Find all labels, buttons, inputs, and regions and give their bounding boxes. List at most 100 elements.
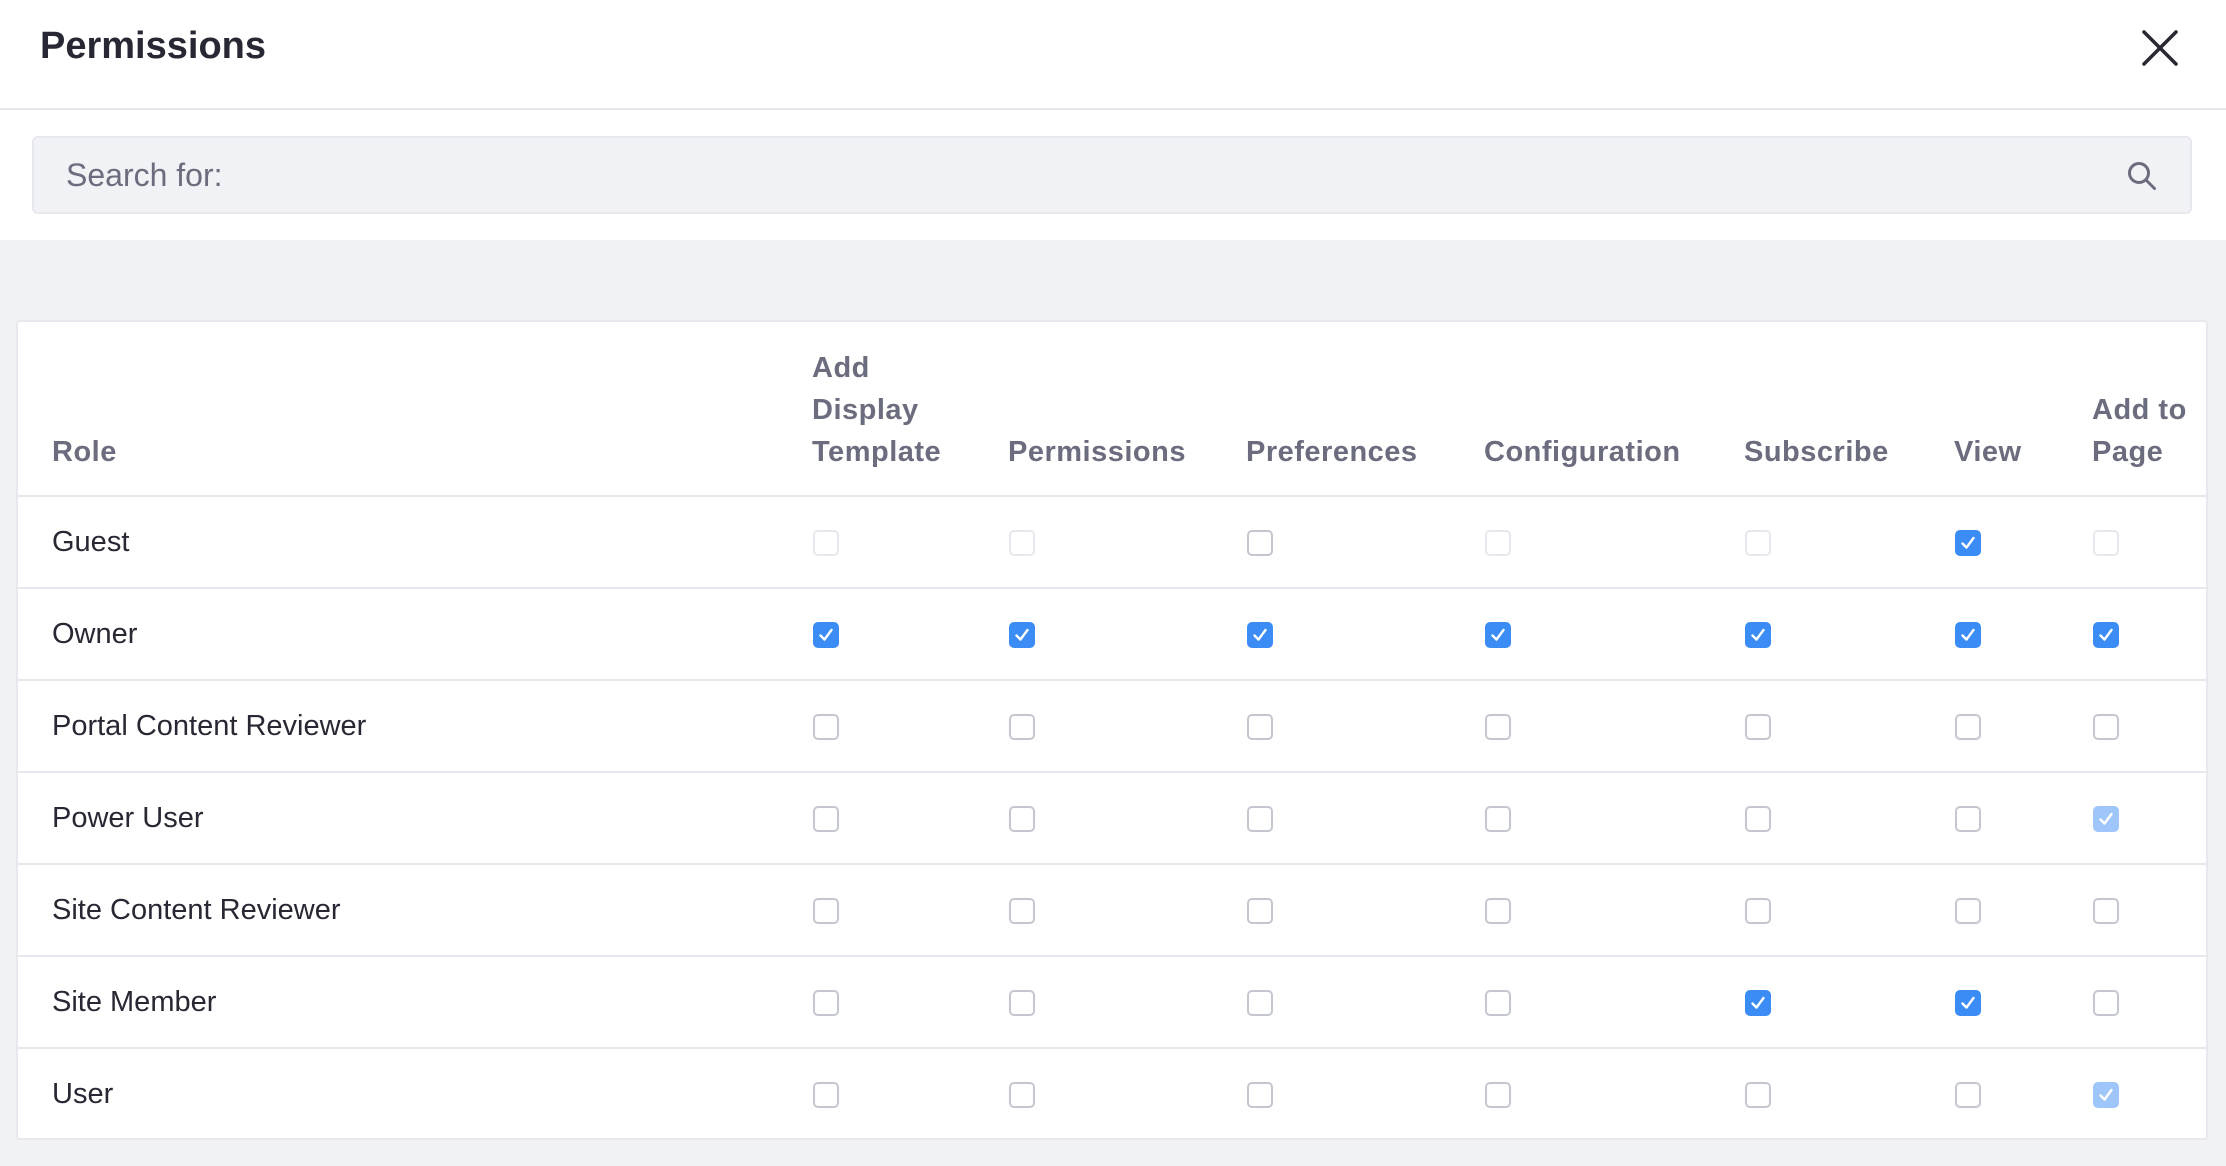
permission-cell (1954, 772, 2092, 865)
table-body: Guest Owner Portal Content Reviewer Power U… (18, 496, 2206, 1138)
permission-cell (812, 1048, 1008, 1138)
permission-checkbox-add-to-page (2093, 805, 2119, 832)
permission-checkbox-permissions[interactable] (1009, 713, 1035, 740)
permission-cell (1484, 680, 1744, 773)
permission-checkbox-preferences[interactable] (1247, 805, 1273, 832)
permission-checkbox-add-to-page (2093, 1082, 2119, 1109)
permission-checkbox-preferences[interactable] (1247, 529, 1273, 556)
search-bar (0, 110, 2226, 240)
permission-checkbox-configuration[interactable] (1485, 1082, 1511, 1109)
permission-checkbox-add-display-template[interactable] (813, 1082, 839, 1109)
permission-checkbox-permissions[interactable] (1009, 1082, 1035, 1109)
permission-checkbox-add-display-template (813, 529, 839, 556)
table-header-row: Role Add Display Template Permissions Prefere… (18, 322, 2206, 497)
permission-checkbox-preferences[interactable] (1247, 989, 1273, 1016)
search-input[interactable] (34, 138, 2094, 212)
table-row: Portal Content Reviewer (18, 680, 2206, 773)
permission-checkbox-configuration[interactable] (1485, 805, 1511, 832)
permission-cell (1246, 864, 1484, 957)
permission-checkbox-configuration[interactable] (1485, 989, 1511, 1016)
permission-checkbox-configuration (1485, 529, 1511, 556)
permission-checkbox-add-to-page[interactable] (2093, 989, 2119, 1016)
permission-cell (1744, 680, 1954, 773)
permission-checkbox-view[interactable] (1955, 989, 1981, 1016)
permission-checkbox-add-display-template[interactable] (813, 805, 839, 832)
search-box (32, 136, 2192, 214)
permission-checkbox-add-display-template[interactable] (813, 713, 839, 740)
permission-cell (1744, 588, 1954, 681)
permission-cell (1954, 496, 2092, 589)
permission-checkbox-configuration[interactable] (1485, 621, 1511, 648)
permission-checkbox-view[interactable] (1955, 897, 1981, 924)
permission-checkbox-subscribe[interactable] (1745, 897, 1771, 924)
table-row: Power User (18, 772, 2206, 865)
permission-cell (2092, 956, 2206, 1049)
permission-checkbox-permissions[interactable] (1009, 897, 1035, 924)
permissions-table: Role Add Display Template Permissions Prefere… (18, 322, 2206, 1138)
table-row: Site Content Reviewer (18, 864, 2206, 957)
permission-checkbox-subscribe[interactable] (1745, 989, 1771, 1016)
permission-checkbox-view[interactable] (1955, 529, 1981, 556)
permission-cell (1484, 1048, 1744, 1138)
permission-checkbox-add-display-template[interactable] (813, 621, 839, 648)
column-header-line: Configuration (1484, 436, 1681, 468)
permission-cell (2092, 588, 2206, 681)
page-title: Permissions (40, 25, 266, 67)
search-icon[interactable] (2126, 160, 2158, 192)
table-row: User (18, 1048, 2206, 1138)
permission-checkbox-add-display-template[interactable] (813, 989, 839, 1016)
permission-checkbox-subscribe[interactable] (1745, 713, 1771, 740)
permission-checkbox-view[interactable] (1955, 805, 1981, 832)
permission-checkbox-add-to-page[interactable] (2093, 713, 2119, 740)
permission-cell (2092, 1048, 2206, 1138)
permission-cell (812, 864, 1008, 957)
permission-cell (2092, 772, 2206, 865)
permission-checkbox-configuration[interactable] (1485, 897, 1511, 924)
column-header-line: Permissions (1008, 436, 1186, 468)
permission-checkbox-add-to-page[interactable] (2093, 897, 2119, 924)
permission-checkbox-preferences[interactable] (1247, 713, 1273, 740)
permission-cell (1008, 956, 1246, 1049)
column-header-line: View (1954, 436, 2022, 468)
permission-cell (1484, 956, 1744, 1049)
permission-cell (1744, 864, 1954, 957)
column-header-line: Display (812, 394, 919, 426)
permission-cell (1246, 680, 1484, 773)
permission-cell (812, 956, 1008, 1049)
permission-cell (1484, 588, 1744, 681)
permission-cell (2092, 680, 2206, 773)
table-row: Owner (18, 588, 2206, 681)
permission-checkbox-add-display-template[interactable] (813, 897, 839, 924)
permission-cell (1008, 680, 1246, 773)
permission-checkbox-view[interactable] (1955, 1082, 1981, 1109)
column-header-line: Preferences (1246, 436, 1418, 468)
permission-cell (1246, 1048, 1484, 1138)
permission-cell (1246, 588, 1484, 681)
permission-checkbox-preferences[interactable] (1247, 897, 1273, 924)
permission-checkbox-view[interactable] (1955, 621, 1981, 648)
permission-checkbox-permissions[interactable] (1009, 805, 1035, 832)
permission-checkbox-subscribe[interactable] (1745, 805, 1771, 832)
permission-cell (1484, 496, 1744, 589)
permission-cell (1744, 956, 1954, 1049)
role-name: Portal Content Reviewer (18, 680, 812, 773)
permission-cell (812, 680, 1008, 773)
permission-checkbox-subscribe[interactable] (1745, 1082, 1771, 1109)
close-icon[interactable] (2134, 22, 2186, 74)
permission-cell (1008, 1048, 1246, 1138)
permission-checkbox-permissions[interactable] (1009, 621, 1035, 648)
permission-checkbox-configuration[interactable] (1485, 713, 1511, 740)
permission-checkbox-view[interactable] (1955, 713, 1981, 740)
column-header-add-display-template: Add Display Template (812, 322, 1008, 497)
permission-cell (1008, 864, 1246, 957)
permission-checkbox-preferences[interactable] (1247, 1082, 1273, 1109)
permission-cell (812, 772, 1008, 865)
column-header-line: Add (812, 352, 870, 384)
permission-checkbox-add-to-page[interactable] (2093, 621, 2119, 648)
permission-checkbox-add-to-page (2093, 529, 2119, 556)
permission-checkbox-permissions[interactable] (1009, 989, 1035, 1016)
permission-checkbox-subscribe (1745, 529, 1771, 556)
column-header-role: Role (18, 322, 812, 497)
permission-checkbox-subscribe[interactable] (1745, 621, 1771, 648)
permission-checkbox-preferences[interactable] (1247, 621, 1273, 648)
